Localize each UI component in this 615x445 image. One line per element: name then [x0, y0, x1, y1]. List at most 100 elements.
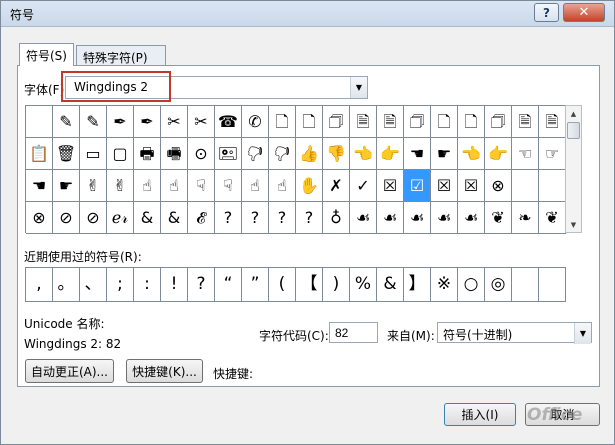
recent-symbol-cell[interactable]: ( — [269, 268, 296, 301]
symbol-cell[interactable]: ☜ — [512, 138, 539, 170]
symbol-cell[interactable]: ☞ — [539, 138, 566, 170]
symbol-cell[interactable]: ✗ — [323, 170, 350, 202]
tab-symbols[interactable]: 符号(S) — [19, 43, 74, 66]
symbol-cell[interactable]: ♁ — [323, 202, 350, 234]
symbol-cell[interactable]: 🗎 — [377, 106, 404, 138]
symbol-cell[interactable]: & — [134, 202, 161, 234]
recent-symbol-cell[interactable]: ! — [161, 268, 188, 301]
symbol-cell[interactable]: ? — [215, 202, 242, 234]
scroll-up-icon[interactable]: ▲ — [566, 106, 581, 121]
symbol-cell[interactable]: ☑ — [404, 170, 431, 202]
chevron-down-icon[interactable]: ▼ — [574, 323, 591, 344]
symbol-cell[interactable]: ☟ — [215, 170, 242, 202]
symbol-cell[interactable]: ☙ — [350, 202, 377, 234]
symbol-cell[interactable]: ⊗ — [485, 170, 512, 202]
symbol-cell[interactable]: 🗋 — [269, 106, 296, 138]
symbol-cell[interactable]: 🗇 — [323, 106, 350, 138]
recent-symbol-cell[interactable]: & — [377, 268, 404, 301]
symbol-cell[interactable]: ☒ — [377, 170, 404, 202]
symbol-cell[interactable]: ☝ — [161, 170, 188, 202]
symbol-cell[interactable]: 👍 — [296, 138, 323, 170]
symbol-cell[interactable]: ☒ — [458, 170, 485, 202]
symbol-cell[interactable]: ✋ — [296, 170, 323, 202]
symbol-cell[interactable]: ✒ — [107, 106, 134, 138]
help-button[interactable]: ? — [534, 3, 559, 22]
symbol-cell[interactable]: 🗋 — [296, 106, 323, 138]
symbol-cell[interactable]: 🖓 — [269, 138, 296, 170]
symbol-cell[interactable]: ✆ — [242, 106, 269, 138]
symbol-cell[interactable]: 𝓔 — [188, 202, 215, 234]
symbol-cell[interactable]: 👎 — [323, 138, 350, 170]
symbol-cell[interactable]: ☙ — [377, 202, 404, 234]
symbol-cell[interactable]: ☙ — [404, 202, 431, 234]
character-code-input[interactable] — [329, 322, 378, 343]
symbol-cell[interactable]: ✒ — [134, 106, 161, 138]
symbol-cell[interactable]: ☙ — [431, 202, 458, 234]
recent-symbol-cell[interactable]: ○ — [458, 268, 485, 301]
symbol-cell[interactable]: ⊗ — [26, 202, 53, 234]
symbol-cell[interactable]: 👈 — [350, 138, 377, 170]
symbol-cell[interactable] — [512, 170, 539, 202]
symbol-cell[interactable] — [539, 170, 566, 202]
symbol-cell[interactable]: ? — [269, 202, 296, 234]
symbol-cell[interactable]: 🗇 — [485, 106, 512, 138]
symbol-cell[interactable]: 🗎 — [539, 106, 566, 138]
symbol-cell[interactable]: 🗑 — [53, 138, 80, 170]
symbol-cell[interactable]: 🖶 — [134, 138, 161, 170]
recent-symbol-cell[interactable]: ※ — [431, 268, 458, 301]
symbol-cell[interactable]: ❦ — [539, 202, 566, 234]
symbol-cell[interactable]: ✎ — [53, 106, 80, 138]
recent-symbol-cell[interactable]: “ — [215, 268, 242, 301]
from-select[interactable]: 符号(十进制) ▼ — [437, 322, 592, 344]
symbol-cell[interactable]: ✌ — [107, 170, 134, 202]
recent-symbol-cell[interactable]: 】 — [404, 268, 431, 301]
close-button[interactable]: ✕ — [563, 3, 605, 22]
recent-symbol-cell[interactable]: ” — [242, 268, 269, 301]
symbol-cell[interactable]: ✂ — [188, 106, 215, 138]
recent-symbol-cell[interactable]: 。 — [53, 268, 80, 301]
recent-symbol-cell[interactable]: 、 — [80, 268, 107, 301]
symbol-cell[interactable]: ⊘ — [53, 202, 80, 234]
symbol-cell[interactable]: ☝ — [269, 170, 296, 202]
symbol-cell[interactable]: ❦ — [485, 202, 512, 234]
symbol-cell[interactable]: ☒ — [431, 170, 458, 202]
insert-button[interactable]: 插入(I) — [444, 403, 516, 426]
shortcut-key-button[interactable]: 快捷键(K)... — [126, 359, 203, 383]
recent-symbol-cell[interactable]: % — [350, 268, 377, 301]
symbol-cell[interactable]: & — [161, 202, 188, 234]
symbol-cell[interactable]: 🖭 — [215, 138, 242, 170]
scrollbar-thumb[interactable] — [567, 122, 580, 139]
symbol-cell[interactable]: ▭ — [80, 138, 107, 170]
symbol-cell[interactable]: ☚ — [26, 170, 53, 202]
symbol-cell[interactable]: ❧ — [512, 202, 539, 234]
symbol-cell[interactable]: 📋 — [26, 138, 53, 170]
symbol-cell[interactable]: ☛ — [53, 170, 80, 202]
autocorrect-button[interactable]: 自动更正(A)... — [25, 359, 114, 383]
symbol-cell[interactable]: 🖓 — [242, 138, 269, 170]
symbol-cell[interactable]: ☚ — [404, 138, 431, 170]
recent-symbol-cell[interactable]: ) — [323, 268, 350, 301]
symbol-cell[interactable]: 🗎 — [350, 106, 377, 138]
recent-symbol-cell[interactable]: : — [134, 268, 161, 301]
symbol-cell[interactable] — [26, 106, 53, 138]
recent-symbol-cell[interactable] — [539, 268, 566, 301]
symbol-cell[interactable]: ▢ — [107, 138, 134, 170]
recent-symbol-cell[interactable]: ◎ — [485, 268, 512, 301]
symbol-cell[interactable]: ☛ — [431, 138, 458, 170]
symbol-cell[interactable]: ☟ — [188, 170, 215, 202]
scroll-down-icon[interactable]: ▼ — [566, 217, 581, 232]
symbol-cell[interactable]: 🖷 — [161, 138, 188, 170]
chevron-down-icon[interactable]: ▼ — [350, 77, 367, 98]
symbol-cell[interactable]: ✎ — [80, 106, 107, 138]
symbol-cell[interactable]: 👈 — [458, 138, 485, 170]
symbol-cell[interactable]: ✓ — [350, 170, 377, 202]
symbol-cell[interactable]: 👉 — [485, 138, 512, 170]
symbol-cell[interactable]: ⊘ — [80, 202, 107, 234]
recent-symbol-cell[interactable]: 【 — [296, 268, 323, 301]
symbol-cell[interactable]: 🗋 — [431, 106, 458, 138]
symbol-cell[interactable]: ? — [242, 202, 269, 234]
symbol-cell[interactable]: ⊙ — [188, 138, 215, 170]
symbol-cell[interactable]: ☝ — [242, 170, 269, 202]
symbol-cell[interactable]: ☙ — [458, 202, 485, 234]
symbol-grid-scrollbar[interactable]: ▲ ▼ — [565, 105, 582, 233]
